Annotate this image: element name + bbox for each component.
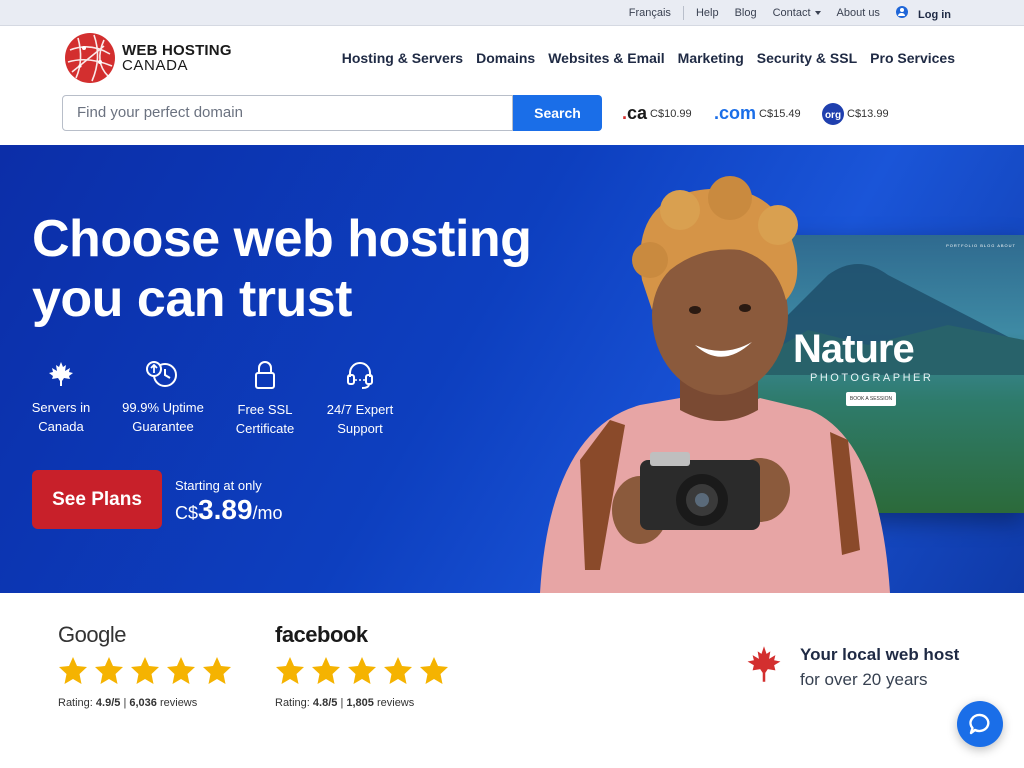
star-icon (276, 657, 304, 684)
utility-bar: Français Help Blog Contact About us Log … (0, 0, 1024, 26)
nav-domains[interactable]: Domains (476, 50, 535, 66)
starting-price: C$3.89/mo (175, 494, 283, 525)
local-headline: Your local web host (800, 645, 960, 664)
star-icon (420, 657, 448, 684)
main-nav: Hosting & Servers Domains Websites & Ema… (329, 50, 955, 66)
feature-label-4b: Support (337, 421, 383, 436)
tld-ca-price: C$10.99 (650, 107, 692, 120)
facebook-reviews[interactable]: facebook Rating: 4.8/5 | 1,805 reviews (275, 622, 455, 709)
facebook-stars (275, 656, 455, 685)
star-icon (384, 657, 412, 684)
feature-servers-canada: Servers in Canada (28, 360, 94, 436)
uptime-clock-icon (146, 361, 177, 387)
tld-com-price: C$15.49 (759, 107, 801, 120)
lock-icon (255, 361, 275, 389)
tld-org[interactable]: org C$13.99 (822, 103, 889, 125)
nav-marketing[interactable]: Marketing (678, 50, 744, 66)
nav-security-ssl[interactable]: Security & SSL (757, 50, 857, 66)
nav-pro-services[interactable]: Pro Services (870, 50, 955, 66)
feature-label-2a: 99.9% Uptime (122, 400, 204, 415)
help-link[interactable]: Help (696, 7, 719, 19)
user-icon (895, 5, 908, 18)
contact-menu[interactable]: Contact (773, 7, 821, 19)
site-logo[interactable]: WEB HOSTING CANADA (64, 32, 232, 84)
logo-line-1: WEB HOSTING (122, 42, 232, 59)
tld-ca[interactable]: .ca C$10.99 (622, 103, 692, 124)
nav-websites-email[interactable]: Websites & Email (548, 50, 664, 66)
price-label: Starting at only (175, 478, 262, 493)
language-link[interactable]: Français (629, 7, 671, 19)
chevron-down-icon (814, 11, 821, 16)
google-stars (58, 656, 238, 685)
chat-button[interactable] (957, 701, 1003, 747)
tld-com-name: .com (714, 103, 757, 123)
headset-icon (347, 362, 373, 389)
hero-banner: Choose web hosting you can trust Servers… (0, 145, 1024, 593)
star-icon (312, 657, 340, 684)
facebook-rating: Rating: 4.8/5 | 1,805 reviews (275, 697, 415, 709)
hero-headline: Choose web hosting you can trust (32, 209, 532, 329)
login-link[interactable]: Log in (895, 5, 951, 21)
blog-link[interactable]: Blog (735, 7, 757, 19)
domain-search-input[interactable]: Find your perfect domain (62, 95, 513, 131)
tld-org-name: org (822, 103, 844, 125)
star-icon (348, 657, 376, 684)
feature-label-2b: Guarantee (132, 419, 194, 434)
google-logo: Google (58, 622, 126, 647)
see-plans-button[interactable]: See Plans (32, 470, 162, 529)
star-icon (167, 657, 195, 684)
feature-label-1a: Servers in (31, 400, 91, 415)
feature-uptime: 99.9% Uptime Guarantee (118, 360, 208, 436)
headline-line-1: Choose web hosting (32, 210, 532, 268)
feature-label-4a: 24/7 Expert (326, 402, 394, 417)
photographer-image (540, 176, 890, 593)
feature-ssl: Free SSL Certificate (232, 360, 298, 438)
feature-label-3a: Free SSL (237, 402, 293, 417)
feature-label-3b: Certificate (235, 421, 295, 436)
google-reviews[interactable]: Google Rating: 4.9/5 | 6,036 reviews (58, 622, 238, 709)
search-button[interactable]: Search (513, 95, 602, 131)
local-subline: for over 20 years (800, 670, 928, 689)
headline-line-2: you can trust (32, 270, 353, 328)
globe-logo-icon (65, 33, 115, 83)
utility-links: Français Help Blog Contact About us Log … (629, 0, 1024, 26)
logo-wordmark: WEB HOSTING CANADA (122, 43, 232, 73)
maple-leaf-icon (747, 646, 781, 682)
star-icon (95, 657, 123, 684)
tld-org-price: C$13.99 (847, 108, 889, 120)
nav-hosting-servers[interactable]: Hosting & Servers (342, 50, 463, 66)
login-label: Log in (918, 8, 951, 21)
contact-label: Contact (772, 7, 811, 19)
star-icon (131, 657, 159, 684)
maple-leaf-icon (49, 362, 73, 386)
tld-ca-name: .ca (622, 103, 648, 123)
star-icon (59, 657, 87, 684)
mockup-nav: PORTFOLIO BLOG ABOUT (946, 243, 1016, 248)
star-icon (203, 657, 231, 684)
feature-label-1b: Canada (38, 419, 84, 434)
tld-com[interactable]: .com C$15.49 (714, 103, 801, 124)
utility-divider (682, 6, 684, 20)
chat-bubble-icon (969, 713, 990, 735)
google-rating: Rating: 4.9/5 | 6,036 reviews (58, 697, 198, 709)
facebook-logo: facebook (275, 622, 368, 647)
about-link[interactable]: About us (837, 7, 880, 19)
feature-support: 24/7 Expert Support (322, 360, 398, 438)
local-host-badge: Your local web host for over 20 years (746, 645, 959, 690)
logo-line-2: CANADA (122, 57, 189, 74)
